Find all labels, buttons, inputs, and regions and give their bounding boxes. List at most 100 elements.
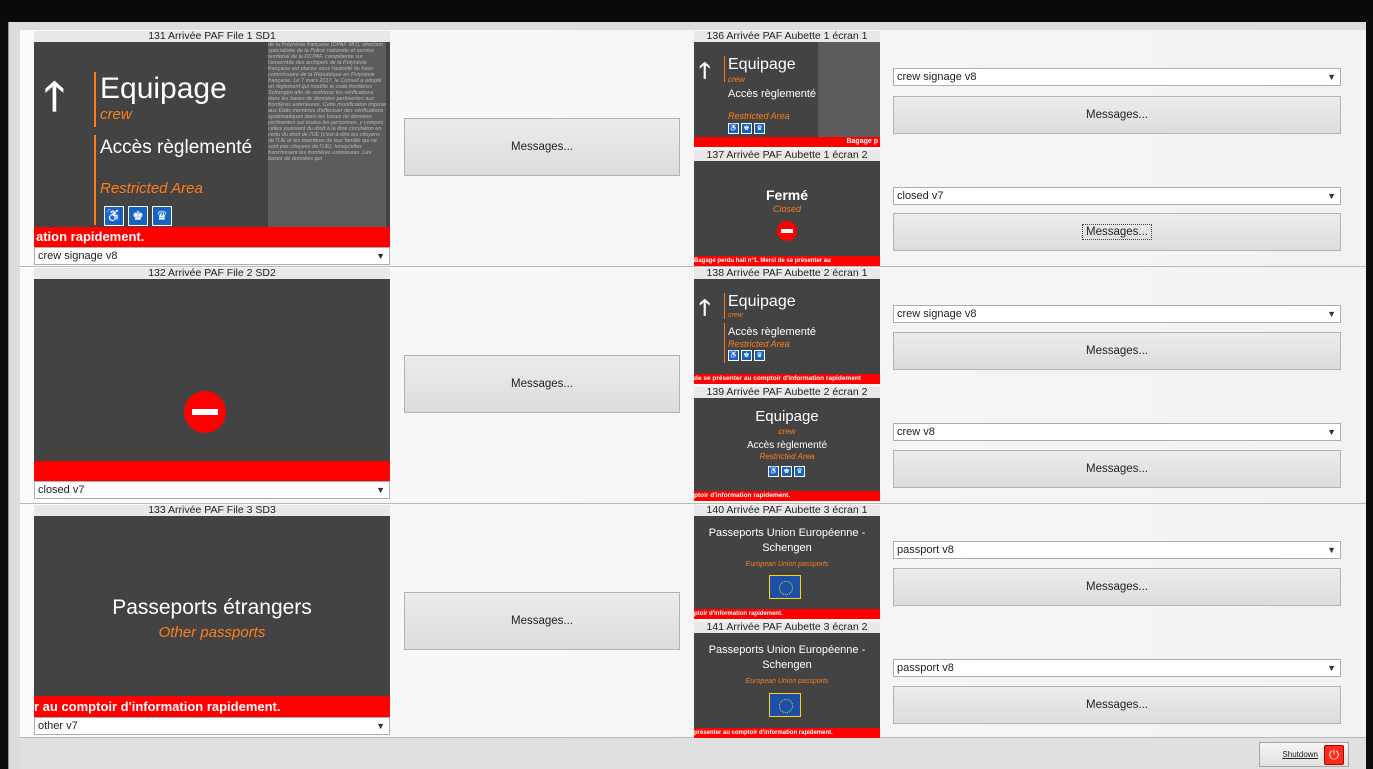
panel-title: 133 Arrivée PAF File 3 SD3 bbox=[34, 505, 390, 516]
button-label: Messages... bbox=[1086, 581, 1148, 593]
display-preview: Passeports Union Européenne - Schengen E… bbox=[694, 633, 880, 738]
news-ticker bbox=[34, 461, 390, 481]
display-preview: Passeports Union Européenne - Schengen E… bbox=[694, 516, 880, 619]
messages-button[interactable]: Messages... bbox=[404, 118, 680, 176]
dropdown-arrow-icon: ▼ bbox=[1327, 309, 1336, 319]
button-label: Messages... bbox=[1086, 463, 1148, 475]
template-select[interactable]: closed v7 ▼ bbox=[34, 481, 390, 499]
shutdown-button[interactable]: Shutdown ⏻ bbox=[1259, 742, 1349, 767]
family-icon: ♚ bbox=[741, 123, 752, 134]
messages-button[interactable]: Messages... bbox=[893, 96, 1341, 134]
template-select[interactable]: crew v8 ▼ bbox=[893, 423, 1341, 441]
info-text-block bbox=[818, 42, 880, 137]
eu-flag-icon bbox=[769, 693, 801, 717]
pregnant-icon: ♛ bbox=[754, 123, 765, 134]
power-icon: ⏻ bbox=[1324, 744, 1344, 765]
access-sublabel: Restricted Area bbox=[728, 339, 790, 349]
sign-subheading: crew bbox=[728, 75, 745, 84]
dropdown-arrow-icon: ▼ bbox=[1327, 72, 1336, 82]
display-preview: Passeports étrangers Other passports r a… bbox=[34, 516, 390, 717]
messages-button[interactable]: Messages... bbox=[404, 592, 680, 650]
divider bbox=[724, 56, 725, 82]
sign-heading: Equipage bbox=[728, 293, 796, 310]
button-label: Messages... bbox=[511, 141, 573, 153]
sign-heading: Equipage bbox=[100, 72, 227, 105]
pregnant-icon: ♛ bbox=[794, 466, 805, 477]
sign-subheading: Closed bbox=[772, 204, 801, 214]
wheelchair-icon: ♿ bbox=[728, 123, 739, 134]
access-sublabel: Restricted Area bbox=[728, 111, 790, 121]
news-ticker: Bagage perdu hall n°1. Merci de se prése… bbox=[694, 256, 880, 266]
button-label: Messages... bbox=[1086, 699, 1148, 711]
messages-button[interactable]: Messages... bbox=[893, 450, 1341, 488]
eu-flag-icon bbox=[769, 575, 801, 599]
up-arrow-icon: 🡑 bbox=[699, 295, 711, 320]
select-value: crew signage v8 bbox=[897, 71, 977, 83]
sign-subheading: European Union passports bbox=[745, 561, 829, 568]
select-value: closed v7 bbox=[38, 484, 85, 496]
sign-subheading: crew bbox=[728, 312, 743, 319]
news-ticker: r au comptoir d'information rapidement. bbox=[34, 696, 390, 717]
news-ticker: ptoir d'information rapidement. bbox=[694, 609, 880, 619]
display-preview: 🡑 Equipage crew Accès règlementé Restric… bbox=[694, 279, 880, 384]
wheelchair-icon: ♿ bbox=[768, 466, 779, 477]
select-value: passport v8 bbox=[897, 662, 954, 674]
divider bbox=[724, 323, 725, 363]
messages-button[interactable]: Messages... bbox=[404, 355, 680, 413]
panel-title: 136 Arrivée PAF Aubette 1 écran 1 bbox=[694, 31, 880, 42]
dropdown-arrow-icon: ▼ bbox=[1327, 545, 1336, 555]
divider bbox=[724, 293, 725, 319]
dropdown-arrow-icon: ▼ bbox=[1327, 427, 1336, 437]
select-value: other v7 bbox=[38, 720, 78, 732]
template-select[interactable]: passport v8 ▼ bbox=[893, 659, 1341, 677]
template-select[interactable]: crew signage v8 ▼ bbox=[893, 305, 1341, 323]
wheelchair-icon: ♿ bbox=[728, 350, 739, 361]
messages-button[interactable]: Messages... bbox=[893, 686, 1341, 724]
sign-heading: Equipage bbox=[728, 56, 796, 73]
access-label: Accès règlementé bbox=[728, 326, 817, 338]
panel-title: 141 Arrivée PAF Aubette 3 écran 2 bbox=[694, 622, 880, 633]
news-ticker: de se présenter au comptoir d'informatio… bbox=[694, 374, 880, 384]
shutdown-label: Shutdown bbox=[1282, 750, 1318, 759]
select-value: crew signage v8 bbox=[38, 250, 118, 262]
no-entry-icon bbox=[184, 391, 226, 433]
news-ticker: Bagage p bbox=[694, 137, 880, 147]
messages-button[interactable]: Messages... bbox=[893, 332, 1341, 370]
template-select[interactable]: closed v7 ▼ bbox=[893, 187, 1341, 205]
family-icon: ♚ bbox=[741, 350, 752, 361]
sign-subheading: Other passports bbox=[158, 624, 266, 641]
template-select[interactable]: passport v8 ▼ bbox=[893, 541, 1341, 559]
panel-title: 137 Arrivée PAF Aubette 1 écran 2 bbox=[694, 150, 880, 161]
button-label: Messages... bbox=[511, 615, 573, 627]
status-bar bbox=[20, 738, 1366, 769]
dropdown-arrow-icon: ▼ bbox=[1327, 663, 1336, 673]
family-icon: ♚ bbox=[128, 206, 148, 226]
select-value: closed v7 bbox=[897, 190, 944, 202]
template-select[interactable]: crew signage v8 ▼ bbox=[893, 68, 1341, 86]
news-ticker: présenter au comptoir d'information rapi… bbox=[694, 728, 880, 738]
wheelchair-icon: ♿ bbox=[104, 206, 124, 226]
family-icon: ♚ bbox=[781, 466, 792, 477]
up-arrow-icon: 🡑 bbox=[44, 75, 65, 119]
sign-heading: Fermé bbox=[765, 187, 809, 203]
messages-button[interactable]: Messages... bbox=[893, 568, 1341, 606]
divider bbox=[94, 72, 96, 127]
button-label: Messages... bbox=[1082, 224, 1152, 240]
sign-subheading: crew bbox=[100, 106, 132, 123]
dropdown-arrow-icon: ▼ bbox=[376, 251, 385, 261]
access-label: Accès règlementé bbox=[728, 88, 817, 100]
select-value: passport v8 bbox=[897, 544, 954, 556]
access-sublabel: Restricted Area bbox=[100, 180, 203, 197]
button-label: Messages... bbox=[1086, 109, 1148, 121]
access-label: Accès règlementé bbox=[100, 137, 253, 158]
template-select[interactable]: crew signage v8 ▼ bbox=[34, 247, 390, 265]
display-preview: 🡑 Equipage crew Accès règlementé Restric… bbox=[694, 42, 880, 147]
template-select[interactable]: other v7 ▼ bbox=[34, 717, 390, 735]
pregnant-icon: ♛ bbox=[152, 206, 172, 226]
display-preview: Equipage crew Accès règlementé Restricte… bbox=[694, 398, 880, 501]
messages-button[interactable]: Messages... bbox=[893, 213, 1341, 251]
display-preview: Fermé Closed Bagage perdu hall n°1. Merc… bbox=[694, 161, 880, 266]
sign-heading: Equipage bbox=[755, 408, 819, 425]
divider bbox=[94, 135, 96, 225]
select-value: crew v8 bbox=[897, 426, 935, 438]
